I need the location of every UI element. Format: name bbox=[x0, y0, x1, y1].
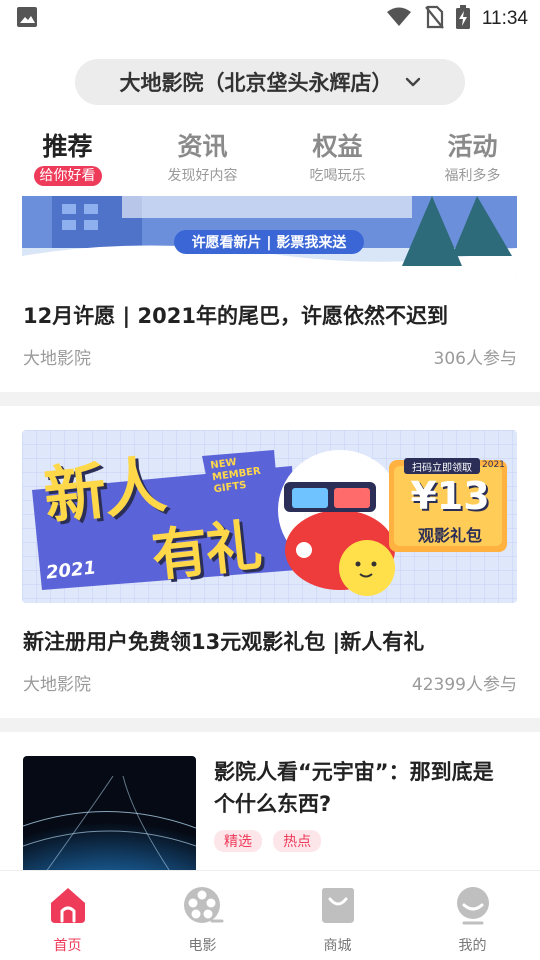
section-divider bbox=[0, 718, 540, 732]
nav-profile[interactable]: 我的 bbox=[405, 871, 540, 960]
home-icon bbox=[47, 885, 89, 929]
tab-subtitle-badge: 给你好看 bbox=[33, 166, 102, 186]
tab-title: 资讯 bbox=[177, 132, 228, 161]
tab-subtitle: 发现好内容 bbox=[167, 168, 238, 184]
tab-title: 活动 bbox=[447, 132, 498, 161]
article-card-metaverse[interactable]: 影院人看“元宇宙”：那到底是 个什么东西? 精选 热点 bbox=[0, 732, 540, 870]
profile-icon bbox=[452, 885, 494, 929]
card-participants: 306人参与 bbox=[433, 349, 517, 369]
cinema-selector[interactable]: 大地影院（北京垡头永辉店） bbox=[75, 59, 465, 105]
article-tags: 精选 热点 bbox=[214, 830, 327, 852]
tab-news[interactable]: 资讯 发现好内容 bbox=[135, 130, 270, 194]
tab-activities[interactable]: 活动 福利多多 bbox=[405, 130, 540, 194]
wish-banner-text: 许愿看新片 | 影票我来送 bbox=[191, 235, 347, 251]
tab-title: 权益 bbox=[312, 132, 363, 161]
nav-movies[interactable]: 电影 bbox=[135, 871, 270, 960]
feed-list[interactable]: 许愿看新片 | 影票我来送 12月许愿 | 2021年的尾巴，许愿依然不迟到 大… bbox=[0, 196, 540, 870]
chevron-down-icon bbox=[405, 73, 421, 92]
article-thumbnail bbox=[23, 756, 196, 870]
activity-card-newcomer[interactable]: 新人 有礼 2021 NEW MEMBER GIFTS 扫码立即领取 2021 … bbox=[0, 406, 540, 720]
card-title: 12月许愿 | 2021年的尾巴，许愿依然不迟到 bbox=[23, 304, 448, 328]
corner-year: 2021 bbox=[482, 460, 505, 470]
wifi-icon bbox=[386, 6, 412, 32]
newcomer-banner-image: 新人 有礼 2021 NEW MEMBER GIFTS 扫码立即领取 2021 … bbox=[22, 430, 517, 603]
card-source: 大地影院 bbox=[23, 675, 91, 695]
tag-featured[interactable]: 精选 bbox=[214, 830, 262, 852]
tab-subtitle: 福利多多 bbox=[444, 168, 501, 184]
article-title: 影院人看“元宇宙”：那到底是 个什么东西? bbox=[214, 756, 494, 820]
card-title: 新注册用户免费领13元观影礼包 |新人有礼 bbox=[23, 630, 425, 654]
wish-banner-image: 许愿看新片 | 影票我来送 bbox=[22, 196, 517, 276]
film-reel-icon bbox=[182, 885, 224, 929]
no-sim-icon bbox=[424, 5, 444, 33]
section-divider bbox=[0, 392, 540, 406]
gift-price: ¥13 bbox=[410, 474, 490, 518]
cinema-name: 大地影院（北京垡头永辉店） bbox=[119, 71, 393, 95]
battery-charging-icon bbox=[455, 5, 470, 33]
newcomer-headline-1: 新人 bbox=[40, 447, 168, 534]
card-source: 大地影院 bbox=[23, 349, 91, 369]
scan-to-claim-text: 扫码立即领取 bbox=[412, 463, 472, 474]
nav-label: 我的 bbox=[458, 938, 487, 954]
card-meta: 大地影院 306人参与 bbox=[23, 344, 517, 369]
nav-home[interactable]: 首页 bbox=[0, 871, 135, 960]
tag-hot[interactable]: 热点 bbox=[273, 830, 322, 852]
article-title-line: 影院人看“元宇宙”：那到底是 bbox=[214, 760, 494, 784]
status-bar: 11:34 bbox=[0, 0, 540, 38]
activity-card-wish[interactable]: 许愿看新片 | 影票我来送 12月许愿 | 2021年的尾巴，许愿依然不迟到 大… bbox=[0, 196, 540, 392]
status-time: 11:34 bbox=[481, 8, 528, 29]
nav-label: 首页 bbox=[53, 938, 82, 954]
tab-benefits[interactable]: 权益 吃喝玩乐 bbox=[270, 130, 405, 194]
gift-package-label: 观影礼包 bbox=[417, 526, 482, 545]
bottom-navigation: 首页 电影 商城 我的 bbox=[0, 870, 540, 960]
card-participants: 42399人参与 bbox=[411, 675, 517, 695]
shopping-bag-icon bbox=[317, 885, 359, 929]
article-title-line: 个什么东西? bbox=[214, 792, 332, 816]
tab-title: 推荐 bbox=[42, 132, 93, 161]
gallery-notification-icon bbox=[16, 6, 38, 32]
nav-mall[interactable]: 商城 bbox=[270, 871, 405, 960]
nav-label: 商城 bbox=[323, 938, 352, 954]
newcomer-headline-2: 有礼 bbox=[148, 513, 264, 590]
tab-subtitle: 吃喝玩乐 bbox=[309, 168, 366, 184]
tab-recommend[interactable]: 推荐 给你好看 bbox=[0, 130, 135, 194]
category-tabs: 推荐 给你好看 资讯 发现好内容 权益 吃喝玩乐 活动 福利多多 bbox=[0, 130, 540, 194]
card-meta: 大地影院 42399人参与 bbox=[23, 670, 517, 695]
nav-label: 电影 bbox=[188, 938, 217, 954]
